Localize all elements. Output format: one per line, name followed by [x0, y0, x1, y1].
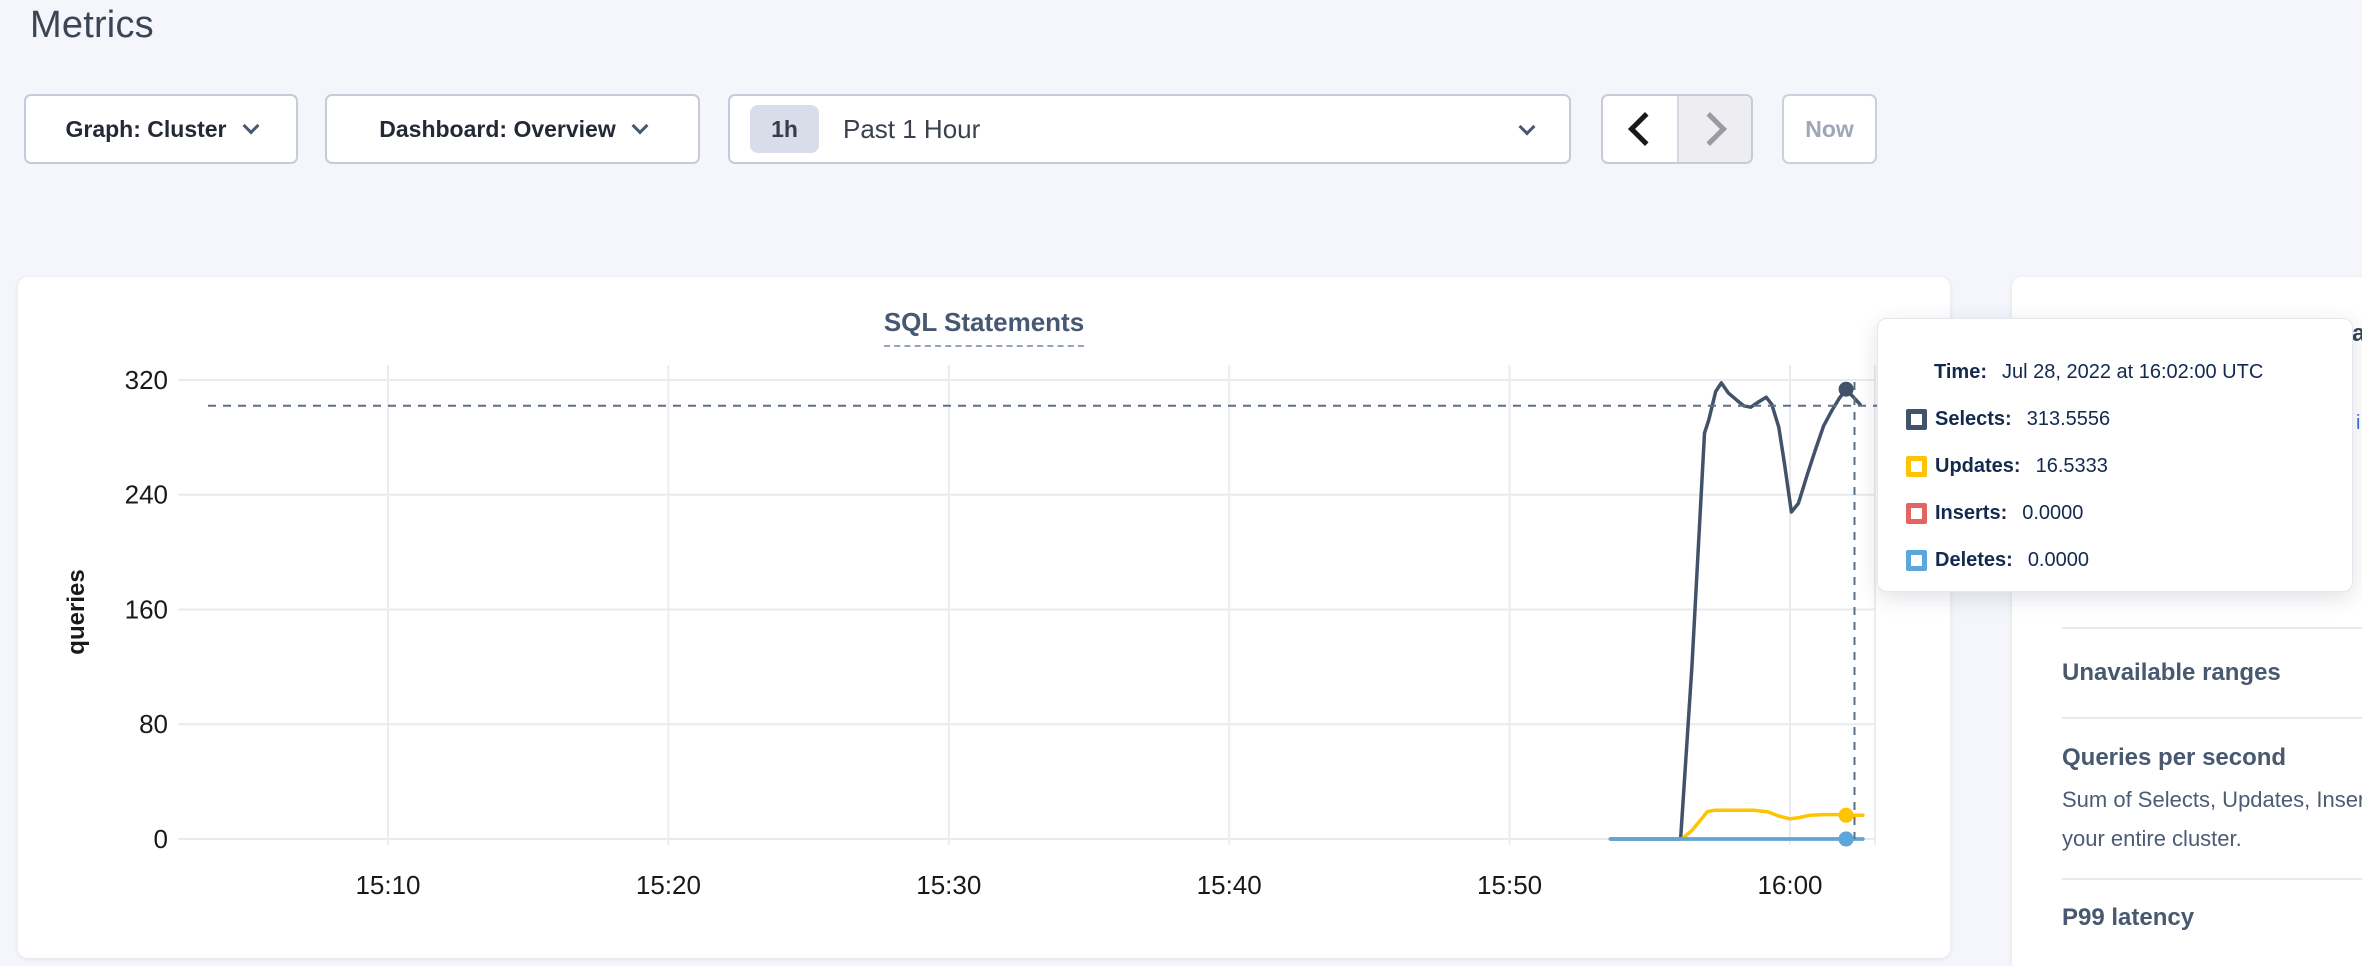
svg-text:15:50: 15:50	[1477, 870, 1542, 900]
tooltip-series-value: 313.5556	[2027, 408, 2110, 431]
chevron-left-icon	[1628, 112, 1662, 146]
tooltip-series-swatch	[1906, 456, 1927, 477]
svg-text:15:10: 15:10	[355, 870, 420, 900]
dashboard-dropdown-label: Dashboard: Overview	[379, 116, 615, 143]
chevron-down-icon	[631, 117, 648, 134]
chevron-down-icon	[242, 117, 259, 134]
tooltip-series-value: 16.5333	[2036, 455, 2108, 478]
tooltip-series-value: 0.0000	[2028, 549, 2089, 572]
tooltip-series-row: Updates: 16.5333	[1878, 443, 2352, 490]
time-range-badge: 1h	[750, 105, 819, 153]
tooltip-series-swatch	[1906, 409, 1927, 430]
graph-dropdown[interactable]: Graph: Cluster	[24, 94, 298, 164]
page-title: Metrics	[30, 4, 154, 47]
tooltip-series-label: Selects:	[1935, 408, 2012, 431]
qps-description-line2: your entire cluster.	[2062, 826, 2242, 852]
time-range-label: Past 1 Hour	[843, 114, 980, 145]
sidebar-item-p99-latency: P99 latency	[2062, 904, 2194, 932]
next-range-button[interactable]	[1677, 96, 1751, 162]
svg-text:15:20: 15:20	[636, 870, 701, 900]
tooltip-series-swatch	[1906, 550, 1927, 571]
sidebar-item-unavailable-ranges: Unavailable ranges	[2062, 659, 2281, 687]
svg-text:15:40: 15:40	[1197, 870, 1262, 900]
clipped-text-fragment: a	[2352, 322, 2362, 344]
clipped-link-fragment: i	[2356, 413, 2362, 429]
tooltip-series-label: Deletes:	[1935, 549, 2013, 572]
graph-dropdown-label: Graph: Cluster	[65, 116, 226, 143]
dashboard-dropdown[interactable]: Dashboard: Overview	[325, 94, 700, 164]
tooltip-series-label: Updates:	[1935, 455, 2021, 478]
svg-text:240: 240	[125, 480, 168, 510]
sidebar-divider	[2062, 878, 2362, 880]
time-nav-segmented	[1601, 94, 1753, 164]
svg-text:160: 160	[125, 594, 168, 624]
sql-statements-chart[interactable]: 0 80 160 240 320 15:10 15:20 15:30 15:40 15:50 16:…	[18, 277, 1950, 958]
sidebar-divider	[2062, 627, 2362, 629]
tooltip-time-value: Jul 28, 2022 at 16:02:00 UTC	[2002, 361, 2263, 384]
qps-description-line1: Sum of Selects, Updates, Inser	[2062, 787, 2362, 813]
chevron-right-icon	[1693, 112, 1727, 146]
svg-text:80: 80	[139, 709, 168, 739]
tooltip-time-label: Time:	[1934, 361, 1987, 384]
now-button[interactable]: Now	[1782, 94, 1877, 164]
sql-statements-card: SQL Statements 08016024032015:1015:2015:…	[18, 277, 1950, 958]
svg-text:0: 0	[154, 824, 168, 854]
svg-text:16:00: 16:00	[1757, 870, 1822, 900]
sidebar-item-queries-per-second: Queries per second	[2062, 744, 2286, 772]
tooltip-time-row: Time: Jul 28, 2022 at 16:02:00 UTC	[1878, 349, 2352, 396]
svg-text:15:30: 15:30	[916, 870, 981, 900]
tooltip-series-row: Deletes: 0.0000	[1878, 537, 2352, 584]
sidebar-divider	[2062, 717, 2362, 719]
tooltip-series-label: Inserts:	[1935, 502, 2007, 525]
tooltip-series-swatch	[1906, 503, 1927, 524]
chart-tooltip: Time: Jul 28, 2022 at 16:02:00 UTC Selec…	[1877, 318, 2353, 592]
svg-text:queries: queries	[63, 569, 90, 654]
time-range-selector[interactable]: 1h Past 1 Hour	[728, 94, 1571, 164]
tooltip-series-row: Inserts: 0.0000	[1878, 490, 2352, 537]
tooltip-series-value: 0.0000	[2022, 502, 2083, 525]
prev-range-button[interactable]	[1603, 96, 1677, 162]
chevron-down-icon	[1519, 119, 1536, 136]
tooltip-series-row: Selects: 313.5556	[1878, 396, 2352, 443]
svg-text:320: 320	[125, 365, 168, 395]
